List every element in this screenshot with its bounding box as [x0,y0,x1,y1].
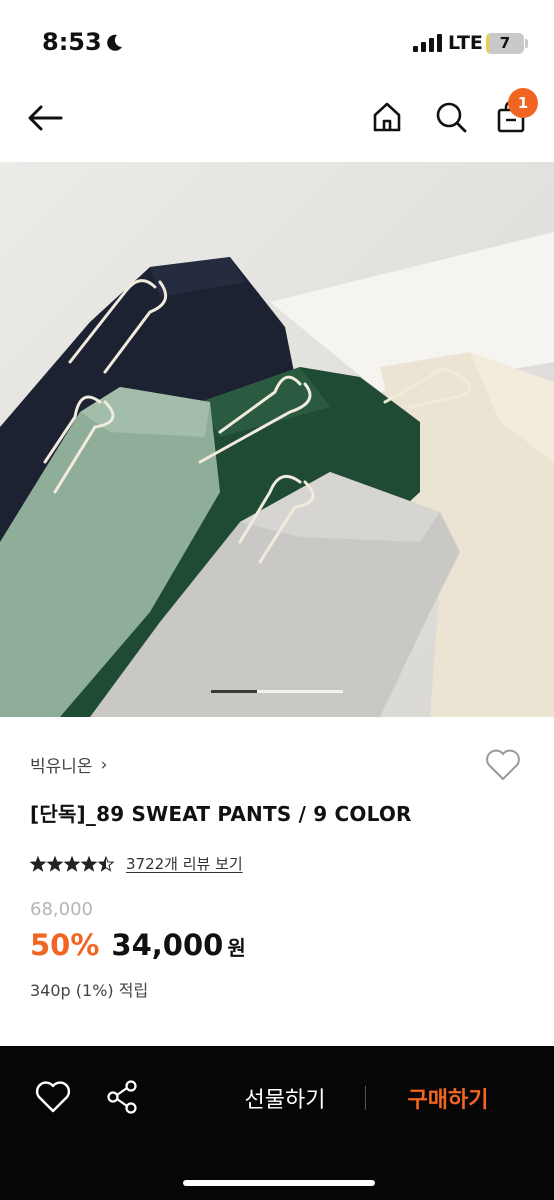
home-button[interactable] [366,96,408,138]
rating-row: 3722개 리뷰 보기 [30,853,243,874]
search-icon [436,102,467,133]
status-time: 8:53 [42,28,102,56]
product-title: [단독]_89 SWEAT PANTS / 9 COLOR [30,802,412,826]
review-link[interactable]: 3722개 리뷰 보기 [126,853,243,874]
moon-icon [104,33,124,57]
signal-strength-icon [413,34,442,52]
carousel-indicator [211,690,343,693]
star-rating [30,855,115,872]
share-button[interactable] [104,1078,144,1118]
sale-price: 34,000 [111,928,224,962]
battery-tip [525,39,528,48]
discount-rate: 50% [30,928,100,962]
bottom-wishlist-button[interactable] [34,1080,74,1116]
star-icon [47,856,63,871]
gift-button[interactable]: 선물하기 [225,1082,345,1114]
share-icon [107,1080,137,1114]
wishlist-button[interactable] [484,748,524,784]
price-row: 50% 34,000 원 [30,928,246,962]
app-header: 1 [0,88,554,162]
back-button[interactable] [22,98,68,138]
star-icon [30,856,46,871]
reward-points: 340p (1%) 적립 [30,981,149,1000]
heart-icon [486,749,520,780]
network-type: LTE [448,32,483,54]
brand-name: 빅유니온 [30,757,93,777]
star-icon [64,856,80,871]
search-button[interactable] [430,96,472,138]
carousel-active-segment [211,690,258,693]
bottom-action-bar: 선물하기 구매하기 [0,1046,554,1200]
original-price: 68,000 [30,899,93,920]
star-icon [81,856,97,871]
battery-icon: 7 [486,33,524,54]
currency-unit: 원 [227,936,246,960]
divider [365,1086,366,1110]
status-bar: 8:53 LTE 7 [0,0,554,88]
battery-level: 7 [499,34,511,52]
home-icon [373,102,401,132]
chevron-right-icon: › [100,754,108,775]
home-indicator [183,1180,375,1186]
cart-count-badge: 1 [508,88,538,118]
product-photo [0,162,554,717]
heart-icon [35,1081,71,1113]
arrow-left-icon [28,105,63,131]
buy-button[interactable]: 구매하기 [390,1082,506,1114]
brand-link[interactable]: 빅유니온 › [30,752,108,778]
product-image-carousel[interactable] [0,162,554,717]
